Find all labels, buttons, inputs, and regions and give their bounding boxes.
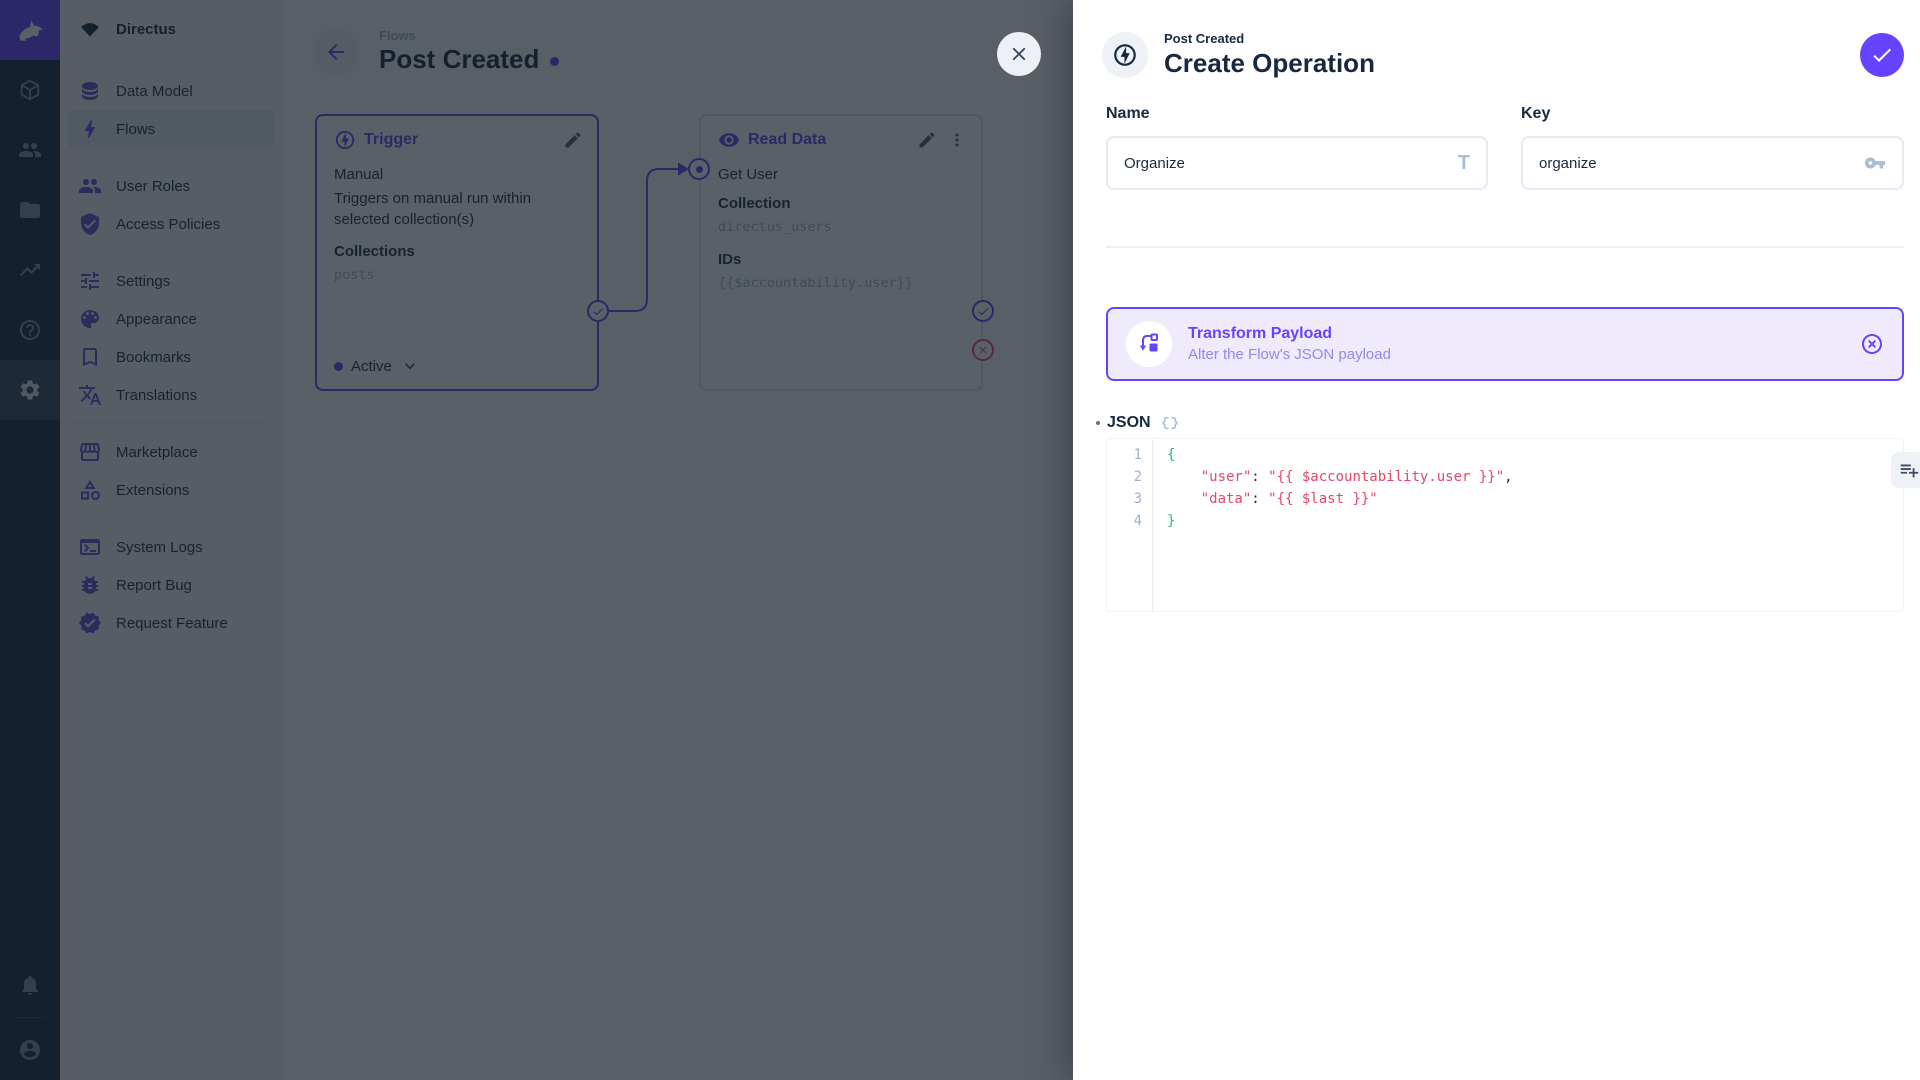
insert-field-button[interactable] <box>1891 452 1920 488</box>
drawer-title: Create Operation <box>1164 48 1375 78</box>
data-object-icon <box>1161 414 1179 432</box>
code-line: { <box>1167 447 1176 463</box>
section-divider <box>1106 246 1904 248</box>
code-line: } <box>1167 513 1176 529</box>
transform-payload-icon <box>1126 321 1172 367</box>
create-operation-drawer: Post Created Create Operation Name T Key <box>1073 0 1920 1080</box>
code-line: "user": "{{ $accountability.user }}", <box>1200 469 1513 485</box>
key-icon <box>1864 152 1886 174</box>
json-field-header: JSON <box>1096 414 1179 432</box>
name-field-label: Name <box>1106 105 1150 122</box>
key-input[interactable] <box>1539 154 1852 172</box>
playlist-add-icon <box>1900 464 1919 478</box>
code-line: "data": "{{ $last }}" <box>1200 491 1378 507</box>
close-drawer-button[interactable] <box>997 32 1041 76</box>
line-number: 3 <box>1133 491 1142 507</box>
required-dot <box>1096 421 1100 425</box>
code-lines[interactable]: { "user": "{{ $accountability.user }}", … <box>1153 439 1903 611</box>
drawer-header: Post Created Create Operation <box>1102 31 1375 79</box>
line-number: 4 <box>1133 513 1142 529</box>
name-input[interactable] <box>1124 154 1446 172</box>
operation-type-card[interactable]: Transform Payload Alter the Flow's JSON … <box>1106 307 1904 381</box>
bolt-circle-icon <box>1114 44 1136 66</box>
title-format-icon: T <box>1457 152 1470 174</box>
key-input-wrapper <box>1521 136 1904 190</box>
name-input-wrapper: T <box>1106 136 1488 190</box>
json-field-label: JSON <box>1107 414 1151 431</box>
deselect-operation-icon[interactable] <box>1860 332 1884 356</box>
line-numbers: 1 2 3 4 <box>1107 439 1153 611</box>
app-window: Directus Data ModelFlowsUser RolesAccess… <box>0 0 1920 1080</box>
json-code-editor[interactable]: 1 2 3 4 { "user": "{{ $accountability.user … <box>1106 438 1904 612</box>
operation-header-icon <box>1102 32 1148 78</box>
drawer-backdrop[interactable] <box>0 0 1073 1080</box>
line-number: 1 <box>1133 447 1142 463</box>
key-field-label: Key <box>1521 105 1551 122</box>
operation-type-title: Transform Payload <box>1188 325 1333 342</box>
line-number: 2 <box>1133 469 1142 485</box>
check-icon <box>1873 48 1891 62</box>
close-icon <box>1012 47 1026 61</box>
save-button[interactable] <box>1860 33 1904 77</box>
drawer-breadcrumb[interactable]: Post Created <box>1164 31 1375 46</box>
operation-type-subtitle: Alter the Flow's JSON payload <box>1188 346 1391 363</box>
